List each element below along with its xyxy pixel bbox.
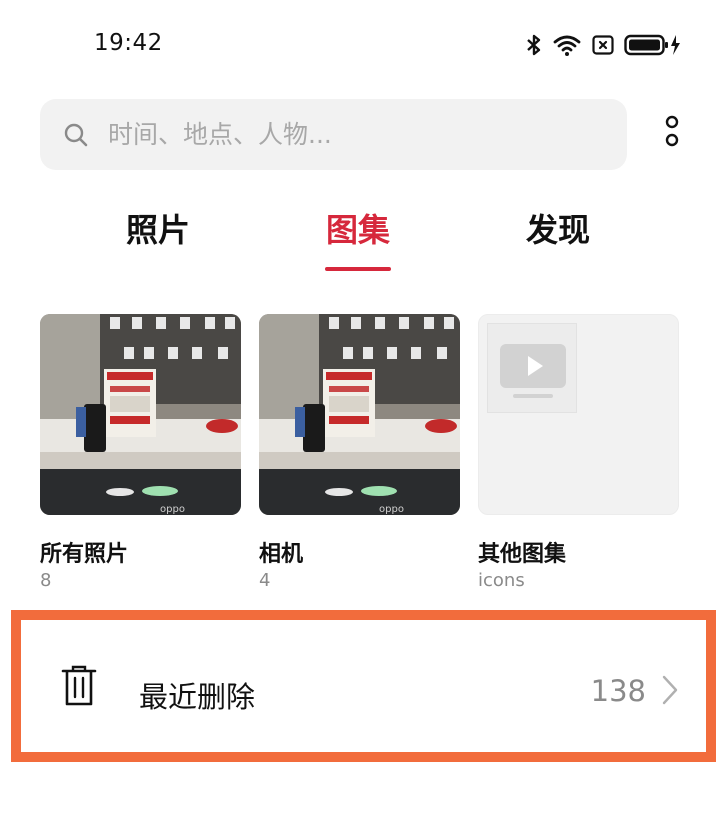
gallery-screen: 19:42 时间、地点、人物... 照片 图集 发现 oppo 所有照片 8 o… <box>0 0 728 817</box>
album-title: 相机 <box>259 542 304 567</box>
more-options-button[interactable] <box>656 113 688 157</box>
battery-charging-icon <box>624 33 682 57</box>
album-thumbnail <box>478 314 679 515</box>
tab-discover[interactable]: 发现 <box>526 205 590 253</box>
album-count: 8 <box>40 570 52 591</box>
album-title: 其他图集 <box>478 542 567 567</box>
status-bar: 19:42 <box>0 0 728 90</box>
wifi-icon <box>552 33 582 57</box>
svg-text:oppo: oppo <box>160 504 185 515</box>
album-count: icons <box>478 570 525 591</box>
album-thumbnail: oppo <box>259 314 460 515</box>
active-tab-indicator <box>325 267 391 271</box>
status-icons <box>526 32 682 58</box>
tab-photos[interactable]: 照片 <box>126 205 190 253</box>
album-title: 所有照片 <box>40 542 129 567</box>
album-other[interactable]: 其他图集 icons <box>478 314 679 591</box>
sim-disabled-icon <box>592 34 614 56</box>
album-all-photos[interactable]: oppo 所有照片 8 <box>40 314 241 591</box>
search-bar[interactable] <box>40 99 627 170</box>
recently-deleted-label: 最近删除 <box>139 680 256 714</box>
recently-deleted-count: 138 <box>590 674 646 708</box>
tab-albums[interactable]: 图集 <box>326 205 390 253</box>
svg-text:oppo: oppo <box>379 504 404 515</box>
album-thumbnail: oppo <box>40 314 241 515</box>
more-vertical-icon <box>664 115 680 155</box>
recently-deleted-highlight: 最近删除 138 <box>11 610 716 762</box>
chevron-right-icon <box>660 674 680 706</box>
trash-icon <box>61 664 97 708</box>
search-input[interactable] <box>106 119 580 150</box>
tab-bar: 照片 图集 发现 <box>0 195 728 275</box>
album-camera[interactable]: oppo 相机 4 <box>259 314 460 591</box>
search-icon <box>62 121 90 149</box>
video-placeholder-icon <box>487 323 577 413</box>
recently-deleted-row[interactable]: 最近删除 138 <box>21 620 706 752</box>
bluetooth-icon <box>526 33 542 57</box>
status-time: 19:42 <box>94 30 163 56</box>
album-count: 4 <box>259 570 271 591</box>
